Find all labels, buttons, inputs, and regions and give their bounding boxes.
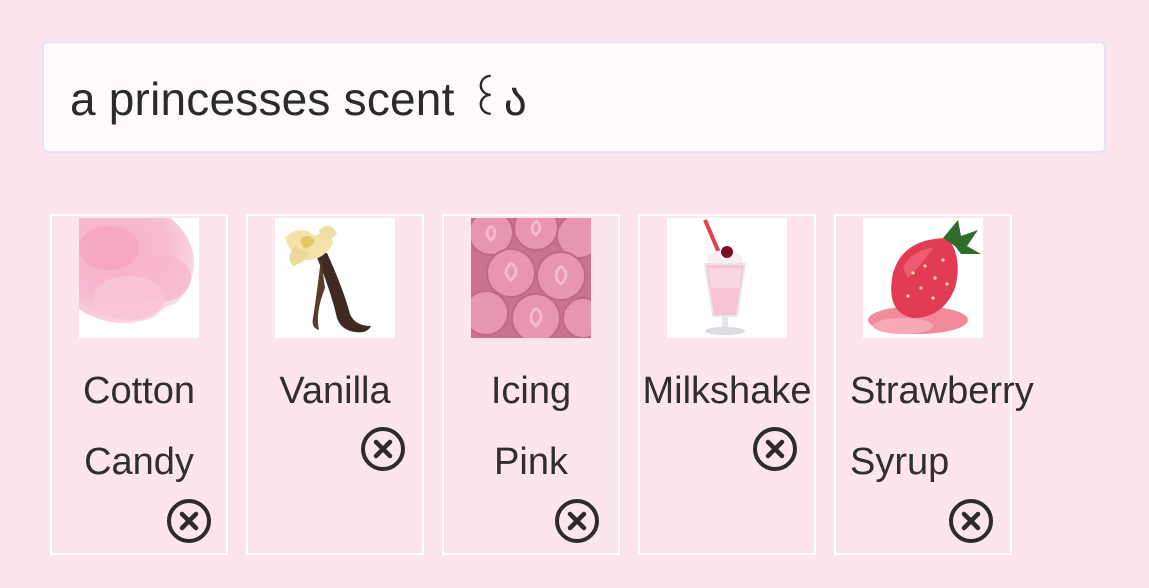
scent-label: Milkshake [642, 370, 812, 412]
close-circle-icon[interactable] [948, 498, 994, 544]
scent-card-vanilla[interactable]: Vanilla [246, 214, 424, 555]
pink-icing-image [471, 218, 591, 338]
scent-card-strawberry-syrup[interactable]: Strawberry Syrup [834, 214, 1034, 555]
vanilla-image [275, 218, 395, 338]
scent-card-cotton-candy[interactable]: Cotton Candy [50, 214, 228, 555]
strawberry-image [863, 218, 983, 338]
scent-card-icing-pink[interactable]: Icing Pink [442, 214, 620, 555]
close-circle-icon[interactable] [166, 498, 212, 544]
scent-card-milkshake[interactable]: Milkshake [638, 214, 816, 555]
close-circle-icon[interactable] [360, 426, 406, 472]
scent-label: Cotton Candy [83, 370, 195, 483]
close-circle-icon[interactable] [752, 426, 798, 472]
cotton-candy-image [79, 218, 199, 338]
scent-label: Icing Pink [490, 370, 572, 483]
milkshake-image [667, 218, 787, 338]
scent-label: Vanilla [279, 370, 391, 412]
scent-name-input[interactable]: a princesses scent ꒰ა [42, 41, 1106, 153]
close-circle-icon[interactable] [554, 498, 600, 544]
scent-builder-screen: a princesses scent ꒰ა Cotton Candy Vanil… [0, 0, 1149, 588]
scent-label: Strawberry Syrup [850, 370, 1034, 483]
